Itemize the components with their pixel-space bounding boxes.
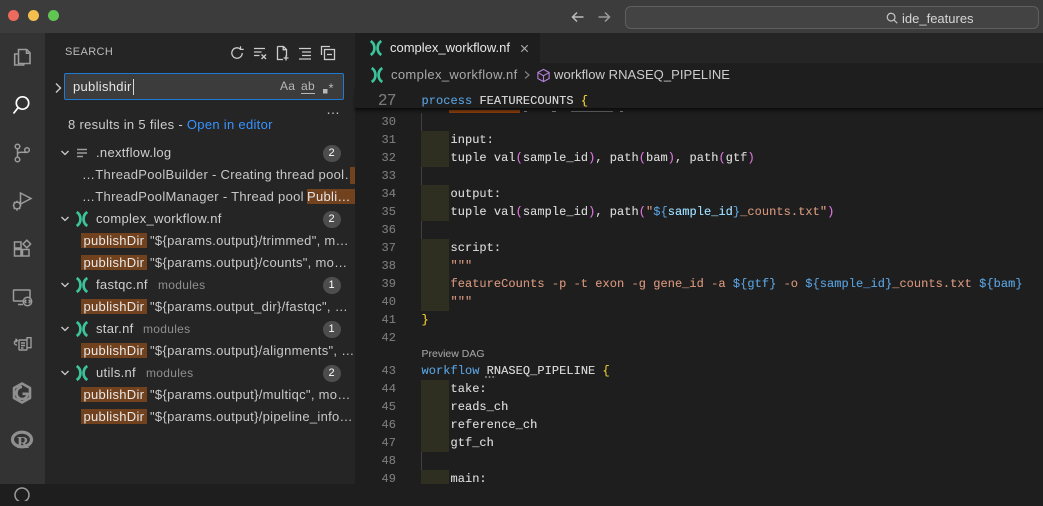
- svg-text:*: *: [329, 81, 334, 96]
- svg-text:R: R: [17, 433, 30, 452]
